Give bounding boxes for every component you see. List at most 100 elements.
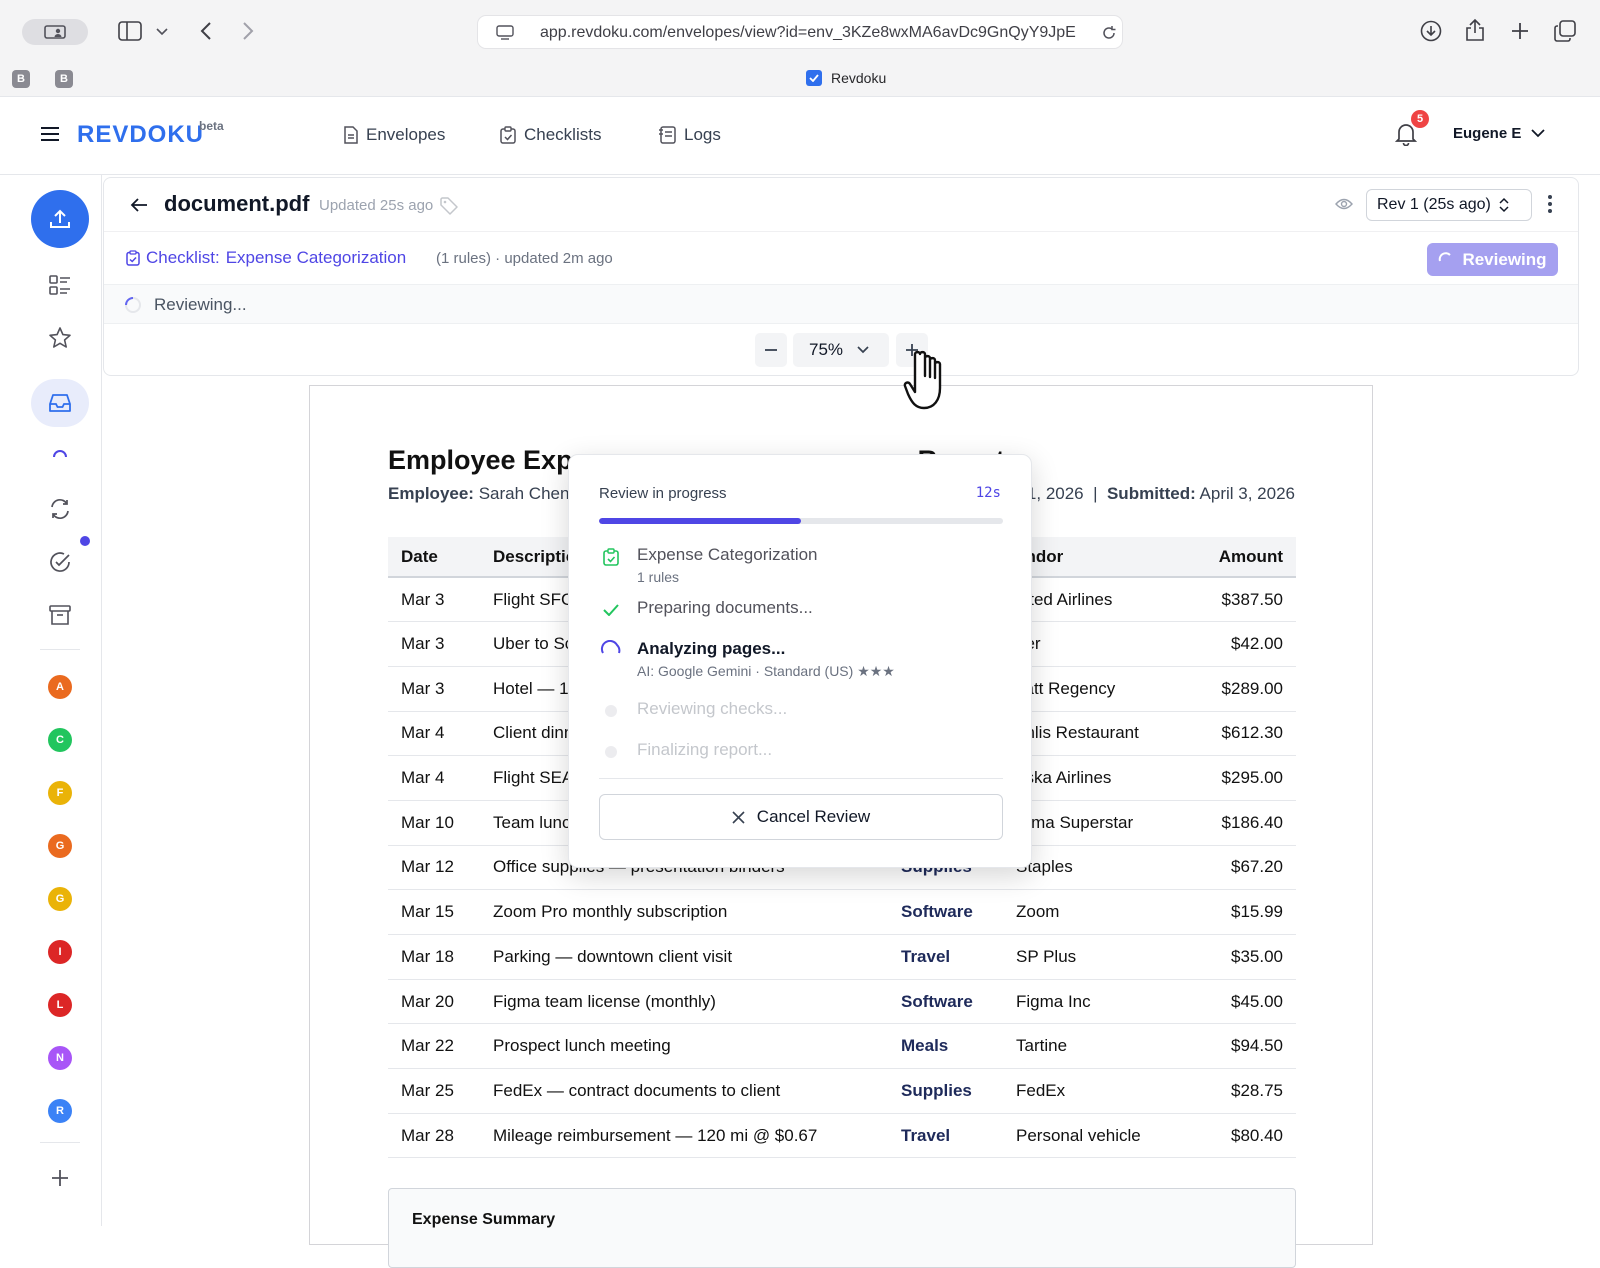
downloads-button[interactable] bbox=[1418, 18, 1444, 44]
clipboard-check-icon bbox=[126, 250, 140, 266]
visibility-toggle[interactable] bbox=[1335, 197, 1353, 211]
check-circle-icon bbox=[50, 552, 70, 572]
workspace-avatar[interactable]: I bbox=[48, 940, 72, 964]
zoom-out-button[interactable] bbox=[755, 333, 787, 367]
nav-label: Envelopes bbox=[366, 125, 446, 144]
rail-starred[interactable] bbox=[31, 309, 89, 367]
workspace-avatar[interactable]: R bbox=[48, 1099, 72, 1123]
workspace-avatar[interactable]: N bbox=[48, 1046, 72, 1070]
spinner-icon bbox=[1439, 251, 1452, 261]
back-button[interactable] bbox=[194, 18, 218, 44]
reload-icon[interactable] bbox=[1101, 25, 1117, 41]
pending-dot-icon bbox=[599, 740, 623, 764]
reviewing-button[interactable]: Reviewing bbox=[1427, 243, 1558, 276]
sidebar-toggle-button[interactable] bbox=[116, 18, 144, 44]
review-status-text: Reviewing... bbox=[154, 295, 247, 314]
checklist-link[interactable]: Checklist: Expense Categorization bbox=[126, 248, 406, 268]
cell-vendor: Personal vehicle bbox=[1003, 1113, 1193, 1159]
reviewing-button-label: Reviewing bbox=[1462, 249, 1547, 269]
clipboard-check-icon bbox=[500, 126, 516, 144]
browser-chrome: app.revdoku.com/envelopes/view?id=env_3K… bbox=[0, 0, 1600, 97]
workspace-avatar[interactable]: L bbox=[48, 993, 72, 1017]
upload-button[interactable] bbox=[31, 190, 89, 248]
cell-category: Meals bbox=[888, 1023, 1003, 1070]
rail-dashboard[interactable] bbox=[31, 256, 89, 314]
workspace-avatar[interactable]: C bbox=[48, 728, 72, 752]
upload-icon bbox=[50, 209, 70, 228]
report-dates: 1, 2026 | Submitted: April 3, 2026 bbox=[1026, 484, 1295, 503]
notification-badge: 5 bbox=[1411, 110, 1429, 128]
workspace-avatar[interactable]: A bbox=[48, 675, 72, 699]
table-row: Mar 25 FedEx — contract documents to clie… bbox=[388, 1068, 1296, 1114]
cell-date: Mar 3 bbox=[388, 577, 480, 623]
workspace-avatar[interactable]: G bbox=[48, 887, 72, 911]
review-progress-popup: Review in progress 12s Expense Categoriz… bbox=[568, 454, 1032, 868]
hamburger-icon bbox=[41, 127, 59, 141]
report-employee: Employee: Sarah Chen bbox=[388, 484, 570, 503]
pinned-tab[interactable]: B bbox=[55, 70, 73, 88]
zoom-select[interactable]: 75% bbox=[793, 333, 889, 367]
hand-cursor-icon bbox=[896, 348, 954, 412]
revision-label: Rev 1 (25s ago) bbox=[1377, 196, 1491, 213]
rail-divider bbox=[40, 1142, 80, 1143]
workspace-avatar[interactable]: G bbox=[48, 834, 72, 858]
user-menu[interactable]: Eugene E bbox=[1453, 125, 1545, 142]
address-bar[interactable]: app.revdoku.com/envelopes/view?id=env_3K… bbox=[477, 15, 1123, 49]
back-to-envelopes-button[interactable] bbox=[130, 197, 148, 213]
tab-overview-button[interactable] bbox=[1552, 18, 1578, 44]
rail-in-progress[interactable] bbox=[31, 428, 89, 486]
cell-amount: $295.00 bbox=[1193, 755, 1296, 801]
add-workspace-button[interactable] bbox=[50, 1168, 70, 1188]
step-ai-model: AI: Google Gemini · Standard (US) ★★★ bbox=[637, 663, 895, 679]
cell-amount: $80.40 bbox=[1193, 1113, 1296, 1159]
active-tab[interactable]: Revdoku bbox=[806, 70, 886, 86]
cell-date: Mar 3 bbox=[388, 621, 480, 667]
table-row: Mar 22 Prospect lunch meeting Meals Tartine… bbox=[388, 1023, 1296, 1070]
revision-select[interactable]: Rev 1 (25s ago) bbox=[1366, 189, 1532, 221]
document-updated: Updated 25s ago bbox=[319, 197, 434, 214]
rail-sync[interactable] bbox=[31, 480, 89, 538]
popup-title: Review in progress bbox=[599, 485, 727, 502]
profile-switcher[interactable] bbox=[22, 19, 88, 45]
minus-icon bbox=[765, 349, 777, 351]
col-amount: Amount bbox=[1193, 537, 1296, 578]
tab-groups-dropdown[interactable] bbox=[152, 22, 172, 42]
tag-button[interactable] bbox=[440, 197, 458, 215]
favicon-icon bbox=[806, 70, 822, 86]
cell-date: Mar 20 bbox=[388, 979, 480, 1025]
cell-date: Mar 18 bbox=[388, 934, 480, 980]
brand-logo[interactable]: REVDOKU bbox=[77, 121, 204, 149]
check-icon bbox=[599, 598, 623, 622]
cell-date: Mar 15 bbox=[388, 889, 480, 935]
cell-category: Travel bbox=[888, 934, 1003, 980]
menu-button[interactable] bbox=[40, 126, 60, 142]
checklist-meta: (1 rules) · updated 2m ago bbox=[436, 250, 613, 267]
nav-checklists[interactable]: Checklists bbox=[500, 125, 601, 145]
more-options-button[interactable] bbox=[1547, 194, 1553, 214]
popup-checklist-rules: 1 rules bbox=[637, 569, 680, 585]
nav-label: Checklists bbox=[524, 125, 602, 144]
nav-logs[interactable]: Logs bbox=[658, 125, 721, 145]
workspace-avatar[interactable]: F bbox=[48, 781, 72, 805]
pinned-tab[interactable]: B bbox=[12, 70, 30, 88]
cell-amount: $94.50 bbox=[1193, 1023, 1296, 1070]
nav-envelopes[interactable]: Envelopes bbox=[344, 125, 445, 145]
cancel-review-button[interactable]: Cancel Review bbox=[599, 794, 1003, 840]
forward-button[interactable] bbox=[236, 18, 260, 44]
beta-label: beta bbox=[199, 119, 224, 133]
progress-fill bbox=[599, 518, 801, 524]
cell-date: Mar 3 bbox=[388, 666, 480, 712]
col-date: Date bbox=[388, 537, 480, 578]
rail-archive[interactable] bbox=[31, 586, 89, 644]
cell-date: Mar 12 bbox=[388, 845, 480, 891]
document-title: document.pdf bbox=[164, 191, 310, 216]
cell-amount: $387.50 bbox=[1193, 577, 1296, 623]
rail-inbox[interactable] bbox=[31, 379, 89, 427]
new-tab-button[interactable] bbox=[1507, 18, 1533, 44]
share-button[interactable] bbox=[1462, 17, 1488, 43]
cell-vendor: Tartine bbox=[1003, 1023, 1193, 1070]
cell-date: Mar 10 bbox=[388, 800, 480, 846]
logs-icon bbox=[659, 126, 676, 144]
nav-label: Logs bbox=[684, 125, 721, 144]
popup-checklist-name: Expense Categorization bbox=[637, 545, 818, 564]
